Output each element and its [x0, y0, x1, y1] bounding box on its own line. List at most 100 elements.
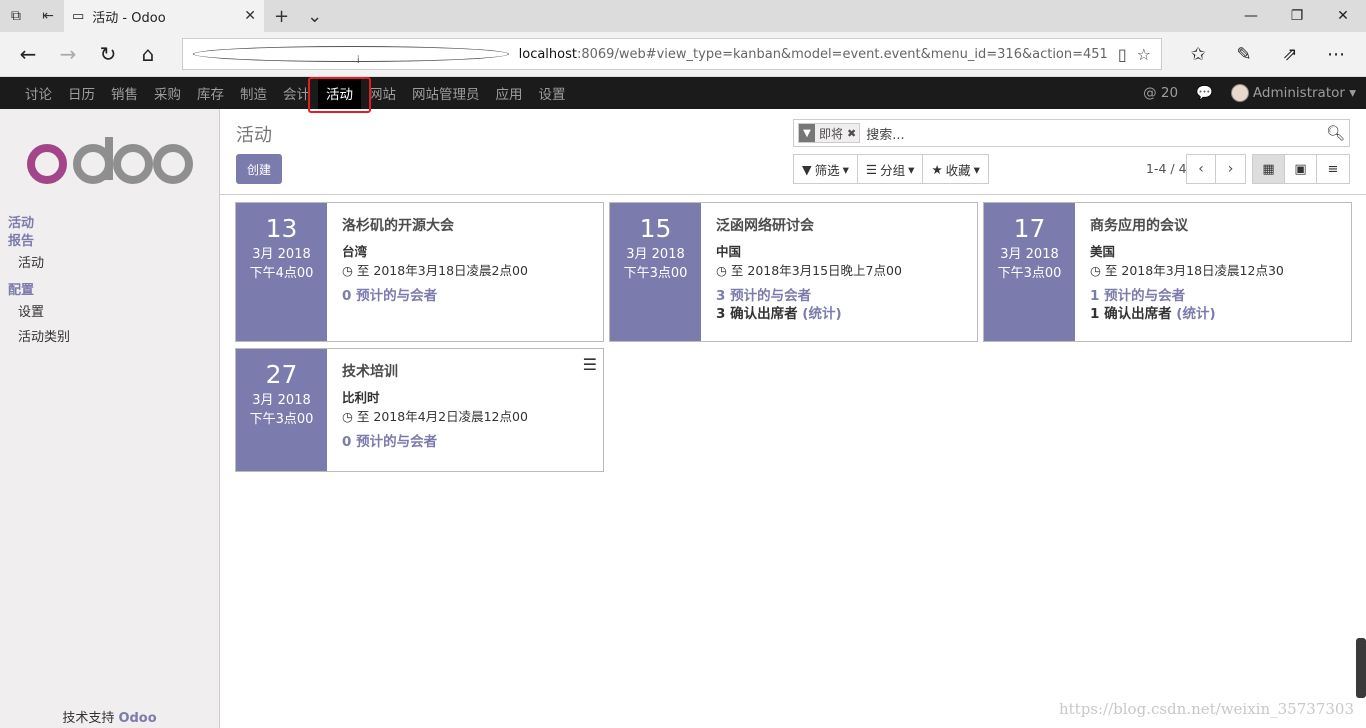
clock-icon: ◷ — [342, 409, 353, 424]
list-icon: ☰ — [865, 161, 878, 177]
event-date-block: 17 3月 2018 下午3点00 — [984, 203, 1075, 341]
reading-view-icon[interactable]: ▯ — [1118, 45, 1127, 64]
groupby-button[interactable]: ☰ 分组 ▾ — [858, 155, 924, 183]
sidebar: 活动 报告 活动 配置 设置 活动类别 技术支持 Odoo — [0, 109, 220, 728]
expected-attendees[interactable]: 3 预计的与会者 — [716, 287, 977, 305]
main-content: 活动 创建 ▼ 即将 ✖ 搜索... 🔍︎ ▼ 筛选 ▾ ☰ 分组 ▾ ★ 收藏 ▾ … — [220, 109, 1366, 728]
site-info-icon[interactable]: i — [193, 46, 509, 66]
event-month-year: 3月 2018 — [626, 247, 685, 262]
event-location: 中国 — [716, 244, 742, 259]
close-window-icon[interactable]: ✕ — [1320, 0, 1366, 32]
new-tab-icon[interactable]: + — [274, 6, 289, 27]
chat-icon[interactable]: 💬 — [1196, 85, 1213, 101]
list-view-icon[interactable]: ≡ — [1317, 155, 1349, 183]
event-day: 27 — [265, 360, 298, 389]
expected-attendees[interactable]: 1 预计的与会者 — [1090, 287, 1351, 305]
menu-sales[interactable]: 销售 — [103, 77, 146, 109]
event-location: 比利时 — [342, 390, 380, 405]
menu-inventory[interactable]: 库存 — [189, 77, 232, 109]
tab-title: 活动 - Odoo — [92, 10, 166, 26]
refresh-icon[interactable]: ↻ — [88, 36, 128, 72]
sidebar-section-config[interactable]: 配置 — [0, 282, 219, 300]
filters-button[interactable]: ▼ 筛选 ▾ — [794, 155, 858, 183]
event-card[interactable]: 13 3月 2018 下午4点00 洛杉矶的开源大会 台湾 ◷ 至 2018年3… — [235, 202, 604, 342]
browser-tab[interactable]: ▭ 活动 - Odoo ✕ — [64, 0, 264, 32]
event-date-block: 27 3月 2018 下午3点00 — [236, 349, 327, 471]
back-icon[interactable]: ← — [8, 36, 48, 72]
tab-manager-icon[interactable]: ⧉ — [0, 0, 32, 32]
favorites-button[interactable]: ★ 收藏 ▾ — [923, 155, 988, 183]
menu-manufacturing[interactable]: 制造 — [232, 77, 275, 109]
favorites-hub-icon[interactable]: ✩ — [1178, 36, 1218, 72]
address-bar[interactable]: i localhost:8069/web#view_type=kanban&mo… — [182, 38, 1162, 70]
menu-purchase[interactable]: 采购 — [146, 77, 189, 109]
pen-icon[interactable]: ✎ — [1224, 36, 1264, 72]
remove-facet-icon[interactable]: ✖ — [847, 127, 859, 140]
event-end-date: ◷ 至 2018年4月2日凌晨12点00 — [342, 409, 528, 424]
sidebar-item-settings[interactable]: 设置 — [0, 300, 219, 325]
sidebar-item-events[interactable]: 活动 — [0, 251, 219, 276]
stats-link[interactable]: (统计) — [802, 306, 841, 322]
event-card[interactable]: 17 3月 2018 下午3点00 商务应用的会议 美国 ◷ 至 2018年3月… — [983, 202, 1352, 342]
more-icon[interactable]: ⋯ — [1316, 36, 1356, 72]
view-switcher: ▦ ▣ ≡ — [1252, 154, 1350, 184]
favorite-star-icon[interactable]: ☆ — [1137, 45, 1151, 64]
event-month-year: 3月 2018 — [252, 247, 311, 262]
calendar-view-icon[interactable]: ▣ — [1285, 155, 1317, 183]
pager-previous-icon[interactable]: ‹ — [1187, 155, 1216, 183]
sidebar-item-event-categories[interactable]: 活动类别 — [0, 325, 219, 350]
event-name: 泛函网络研讨会 — [716, 218, 814, 234]
event-day: 17 — [1013, 214, 1046, 243]
create-button[interactable]: 创建 — [236, 154, 282, 184]
stats-link[interactable]: (统计) — [1176, 306, 1215, 322]
event-card[interactable]: 27 3月 2018 下午3点00 ☰ 技术培训 比利时 ◷ 至 2018年4月… — [235, 348, 604, 472]
event-month-year: 3月 2018 — [1000, 247, 1059, 262]
event-month-year: 3月 2018 — [252, 393, 311, 408]
search-bar[interactable]: ▼ 即将 ✖ 搜索... 🔍︎ — [793, 119, 1350, 147]
tab-list-chevron-icon[interactable]: ⌄ — [307, 6, 322, 27]
restore-icon[interactable]: ❐ — [1274, 0, 1320, 32]
sidebar-section-reports[interactable]: 报告 — [0, 233, 219, 251]
event-card[interactable]: 15 3月 2018 下午3点00 泛函网络研讨会 中国 ◷ 至 2018年3月… — [609, 202, 978, 342]
menu-apps[interactable]: 应用 — [488, 77, 531, 109]
share-icon[interactable]: ⇗ — [1270, 36, 1310, 72]
search-icon[interactable]: 🔍︎ — [1326, 124, 1345, 142]
event-location: 台湾 — [342, 244, 368, 259]
odoo-link[interactable]: Odoo — [118, 711, 156, 726]
confirmed-attendees: 1 确认出席者 (统计) — [1090, 306, 1216, 322]
event-time: 下午3点00 — [249, 412, 314, 427]
search-input[interactable]: 搜索... — [866, 124, 1320, 143]
card-menu-icon[interactable]: ☰ — [583, 355, 597, 374]
powered-by: 技术支持 Odoo — [62, 711, 157, 726]
kanban-view-icon[interactable]: ▦ — [1253, 155, 1285, 183]
set-aside-tabs-icon[interactable]: ⇤ — [32, 0, 64, 32]
menu-settings[interactable]: 设置 — [531, 77, 574, 109]
pager-next-icon[interactable]: › — [1216, 155, 1245, 183]
scrollbar-handle[interactable] — [1356, 638, 1366, 698]
menu-events[interactable]: 活动 — [308, 77, 371, 113]
control-panel: 活动 创建 ▼ 即将 ✖ 搜索... 🔍︎ ▼ 筛选 ▾ ☰ 分组 ▾ ★ 收藏 ▾ … — [220, 109, 1366, 195]
confirmed-attendees: 3 确认出席者 (统计) — [716, 306, 842, 322]
pager-value[interactable]: 1-4 / 4 — [1146, 161, 1187, 176]
event-end-date: ◷ 至 2018年3月18日凌晨2点00 — [342, 263, 528, 278]
facet-label: 即将 — [819, 126, 844, 141]
minimize-icon[interactable]: — — [1228, 0, 1274, 32]
menu-discuss[interactable]: 讨论 — [17, 77, 60, 109]
menu-website-admin[interactable]: 网站管理员 — [404, 77, 488, 109]
search-facet: ▼ 即将 ✖ — [798, 123, 861, 143]
event-end-date: ◷ 至 2018年3月15日晚上7点00 — [716, 263, 902, 278]
star-icon: ★ — [931, 161, 943, 177]
menu-calendar[interactable]: 日历 — [60, 77, 103, 109]
odoo-logo[interactable] — [0, 109, 219, 209]
notifications-count[interactable]: @ 20 — [1143, 85, 1178, 101]
expected-attendees[interactable]: 0 预计的与会者 — [342, 287, 603, 305]
home-icon[interactable]: ⌂ — [128, 36, 168, 72]
event-time: 下午3点00 — [623, 266, 688, 281]
forward-icon[interactable]: → — [48, 36, 88, 72]
watermark-text: https://blog.csdn.net/weixin_35737303 — [1058, 700, 1354, 718]
browser-navbar: ← → ↻ ⌂ i localhost:8069/web#view_type=k… — [0, 32, 1366, 77]
close-tab-icon[interactable]: ✕ — [244, 8, 256, 24]
user-menu[interactable]: Administrator ▾ — [1230, 84, 1356, 102]
sidebar-section-events[interactable]: 活动 — [0, 215, 219, 233]
expected-attendees[interactable]: 0 预计的与会者 — [342, 433, 603, 451]
